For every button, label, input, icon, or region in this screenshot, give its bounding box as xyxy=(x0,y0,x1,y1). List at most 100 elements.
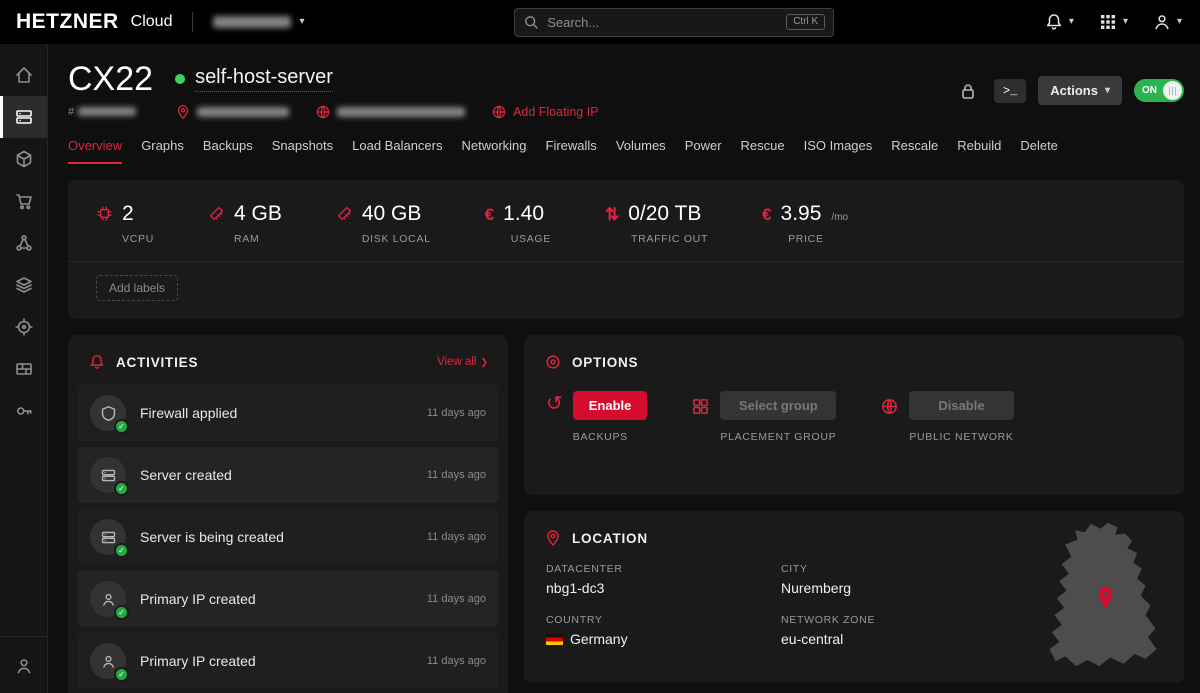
stat-label: RAM xyxy=(234,233,282,245)
firewall-icon xyxy=(14,359,34,379)
stat-label: PRICE xyxy=(788,233,848,245)
cube-icon xyxy=(14,149,34,169)
apps-menu[interactable]: ▾ xyxy=(1098,12,1128,32)
chevron-down-icon: ▾ xyxy=(1105,86,1110,96)
tab-iso-images[interactable]: ISO Images xyxy=(804,138,873,164)
activity-row[interactable]: ✓ Primary IP created 11 days ago xyxy=(78,571,498,627)
chevron-down-icon: ▾ xyxy=(299,17,304,27)
server-name[interactable]: self-host-server xyxy=(195,66,333,92)
options-icon xyxy=(544,353,562,371)
price-period: /mo xyxy=(831,212,848,223)
tab-delete[interactable]: Delete xyxy=(1020,138,1058,164)
disable-public-network-button[interactable]: Disable xyxy=(909,391,1013,420)
location-fields: DATACENTER nbg1-dc3 CITY Nuremberg COUNT… xyxy=(524,561,1044,667)
firewall-activity-icon: ✓ xyxy=(90,395,126,431)
datacenter-field: DATACENTER nbg1-dc3 xyxy=(546,563,781,596)
tab-graphs[interactable]: Graphs xyxy=(141,138,184,164)
tab-backups[interactable]: Backups xyxy=(203,138,253,164)
chevron-right-icon: ❯ xyxy=(480,357,488,368)
activity-row[interactable]: ✓ Server is being created 11 days ago xyxy=(78,509,498,565)
actions-label: Actions xyxy=(1050,83,1098,98)
country-field: COUNTRY Germany xyxy=(546,614,781,647)
location-card: LOCATION DATACENTER nbg1-dc3 CITY Nuremb… xyxy=(524,511,1184,683)
stat-label: USAGE xyxy=(511,233,551,245)
power-toggle[interactable]: ON xyxy=(1134,79,1184,102)
tab-volumes[interactable]: Volumes xyxy=(616,138,666,164)
sidebar-item-marketplace[interactable] xyxy=(0,180,47,222)
search-input[interactable] xyxy=(547,15,778,30)
apps-grid-icon xyxy=(1098,12,1118,32)
ram-icon xyxy=(208,205,225,222)
cpu-chip-icon xyxy=(96,205,113,222)
add-labels-button[interactable]: Add labels xyxy=(96,275,178,301)
stat-label: TRAFFIC OUT xyxy=(631,233,708,245)
key-icon xyxy=(14,401,34,421)
labels-row: Add labels xyxy=(68,261,1184,319)
search-box[interactable]: Ctrl K xyxy=(514,8,834,37)
console-button[interactable]: >_ xyxy=(994,79,1026,103)
add-floating-ip-label: Add Floating IP xyxy=(513,105,598,119)
stat-value: 3.95 xyxy=(781,202,822,226)
search-area: Ctrl K xyxy=(315,8,1034,37)
success-check-icon: ✓ xyxy=(114,481,129,496)
lock-button[interactable] xyxy=(954,77,982,105)
sidebar-item-networks[interactable] xyxy=(0,222,47,264)
server-meta-row: Add Floating IP xyxy=(175,104,598,120)
tab-rescue[interactable]: Rescue xyxy=(741,138,785,164)
city-field: CITY Nuremberg xyxy=(781,563,1022,596)
project-switcher[interactable]: ▾ xyxy=(213,16,304,28)
sidebar-item-security[interactable] xyxy=(0,390,47,432)
activity-time: 11 days ago xyxy=(427,407,486,419)
topbar-actions: ▾ ▾ ▾ xyxy=(1044,12,1182,32)
stat-traffic: ⇅ 0/20 TB TRAFFIC OUT xyxy=(605,202,708,245)
hetzner-logo: HETZNER xyxy=(16,10,119,34)
server-public-ip xyxy=(315,104,465,120)
germany-map xyxy=(1027,519,1162,671)
stat-label: DISK LOCAL xyxy=(362,233,431,245)
tab-overview[interactable]: Overview xyxy=(68,138,122,164)
sidebar-item-load-balancers[interactable] xyxy=(0,264,47,306)
tab-rescale[interactable]: Rescale xyxy=(891,138,938,164)
city-label: CITY xyxy=(781,563,1022,575)
tab-power[interactable]: Power xyxy=(685,138,722,164)
user-menu[interactable]: ▾ xyxy=(1152,12,1182,32)
city-value: Nuremberg xyxy=(781,580,1022,596)
success-check-icon: ✓ xyxy=(114,605,129,620)
sidebar-item-referral[interactable] xyxy=(0,645,47,687)
view-all-link[interactable]: View all ❯ xyxy=(437,356,488,368)
sidebar-item-servers[interactable] xyxy=(0,96,47,138)
select-group-button[interactable]: Select group xyxy=(720,391,836,420)
tab-snapshots[interactable]: Snapshots xyxy=(272,138,333,164)
tab-firewalls[interactable]: Firewalls xyxy=(546,138,597,164)
datacenter-label: DATACENTER xyxy=(546,563,781,575)
topbar-divider xyxy=(192,12,193,32)
server-activity-icon: ✓ xyxy=(90,457,126,493)
network-nodes-icon xyxy=(14,233,34,253)
tab-rebuild[interactable]: Rebuild xyxy=(957,138,1001,164)
sidebar-item-floating-ips[interactable] xyxy=(0,306,47,348)
hash-prefix: # xyxy=(68,106,74,118)
network-zone-label: NETWORK ZONE xyxy=(781,614,1022,626)
activity-row[interactable]: ✓ Server created 11 days ago xyxy=(78,447,498,503)
euro-icon: € xyxy=(762,205,771,225)
activity-row[interactable]: ✓ Primary IP created 11 days ago xyxy=(78,633,498,689)
enable-backups-button[interactable]: Enable xyxy=(573,391,648,420)
tab-load-balancers[interactable]: Load Balancers xyxy=(352,138,442,164)
sidebar-item-volumes[interactable] xyxy=(0,138,47,180)
notifications-menu[interactable]: ▾ xyxy=(1044,12,1074,32)
add-floating-ip-link[interactable]: Add Floating IP xyxy=(491,104,598,120)
success-check-icon: ✓ xyxy=(114,543,129,558)
chevron-down-icon: ▾ xyxy=(1123,17,1128,27)
euro-icon: € xyxy=(485,205,494,225)
activity-row[interactable]: ✓ Firewall applied 11 days ago xyxy=(78,385,498,441)
tab-networking[interactable]: Networking xyxy=(461,138,526,164)
sidebar-item-firewalls[interactable] xyxy=(0,348,47,390)
home-icon xyxy=(14,65,34,85)
sidebar-item-home[interactable] xyxy=(0,54,47,96)
layers-icon xyxy=(14,275,34,295)
stat-value: 0/20 TB xyxy=(628,202,701,226)
actions-button[interactable]: Actions ▾ xyxy=(1038,76,1122,105)
germany-flag-icon xyxy=(546,634,563,645)
activity-text: Primary IP created xyxy=(140,591,413,607)
view-all-label: View all xyxy=(437,356,476,368)
